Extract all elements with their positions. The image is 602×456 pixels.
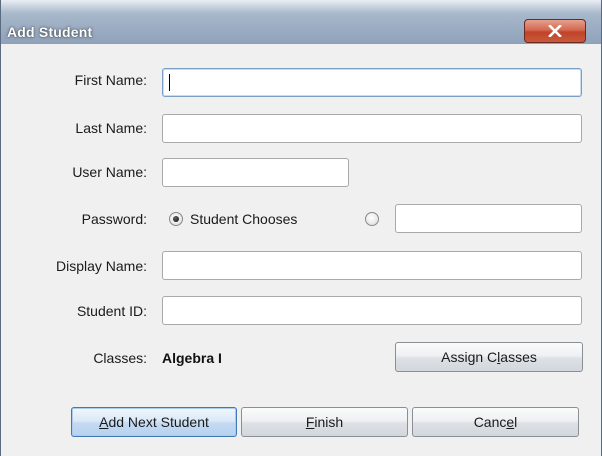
last-name-field[interactable] <box>162 114 582 143</box>
finish-button[interactable]: Finish <box>241 407 408 437</box>
student-chooses-radio[interactable] <box>169 212 183 226</box>
button-text: dd Next Student <box>108 414 209 430</box>
first-name-input[interactable] <box>163 69 581 96</box>
title-bar[interactable]: Add Student <box>1 0 601 45</box>
dialog-title: Add Student <box>7 24 93 40</box>
close-x-icon <box>548 25 562 37</box>
text-caret <box>169 74 170 91</box>
button-text: inish <box>314 414 344 430</box>
cancel-button[interactable]: Canc e l <box>412 407 579 437</box>
button-text: l <box>514 414 518 430</box>
radio-selected-dot <box>173 216 179 222</box>
student-chooses-label[interactable]: Student Chooses <box>190 211 297 227</box>
student-id-label: Student ID: <box>76 303 147 319</box>
first-name-label: First Name: <box>74 72 147 88</box>
password-label: Password: <box>81 211 147 227</box>
close-button[interactable] <box>524 19 586 43</box>
classes-label: Classes: <box>93 350 147 366</box>
first-name-field[interactable] <box>162 68 582 97</box>
custom-password-radio[interactable] <box>365 212 379 226</box>
student-id-field[interactable] <box>162 296 582 325</box>
user-name-input[interactable] <box>163 159 348 186</box>
button-text: asses <box>500 349 537 365</box>
display-name-label: Display Name: <box>55 258 147 274</box>
mnemonic-letter: A <box>99 414 109 430</box>
dialog-body: First Name: Last Name: User Name: Passwo… <box>1 44 601 456</box>
custom-password-field[interactable] <box>395 204 582 233</box>
user-name-label: User Name: <box>72 164 147 180</box>
display-name-input[interactable] <box>163 252 581 279</box>
assign-classes-button[interactable]: Assign Cl asses <box>395 342 583 372</box>
add-next-student-button[interactable]: Add Next Student <box>71 407 237 437</box>
add-student-dialog: Add Student First Name: Last Name: User … <box>0 0 602 456</box>
user-name-field[interactable] <box>162 158 349 187</box>
last-name-label: Last Name: <box>75 120 147 136</box>
mnemonic-letter: F <box>305 414 315 430</box>
display-name-field[interactable] <box>162 251 582 280</box>
button-text: Assign C <box>441 349 498 365</box>
student-id-input[interactable] <box>163 297 581 324</box>
mnemonic-letter: e <box>506 414 515 430</box>
button-text: Canc <box>473 414 507 430</box>
last-name-input[interactable] <box>163 115 581 142</box>
custom-password-input[interactable] <box>396 205 581 232</box>
classes-value: Algebra I <box>162 350 222 366</box>
